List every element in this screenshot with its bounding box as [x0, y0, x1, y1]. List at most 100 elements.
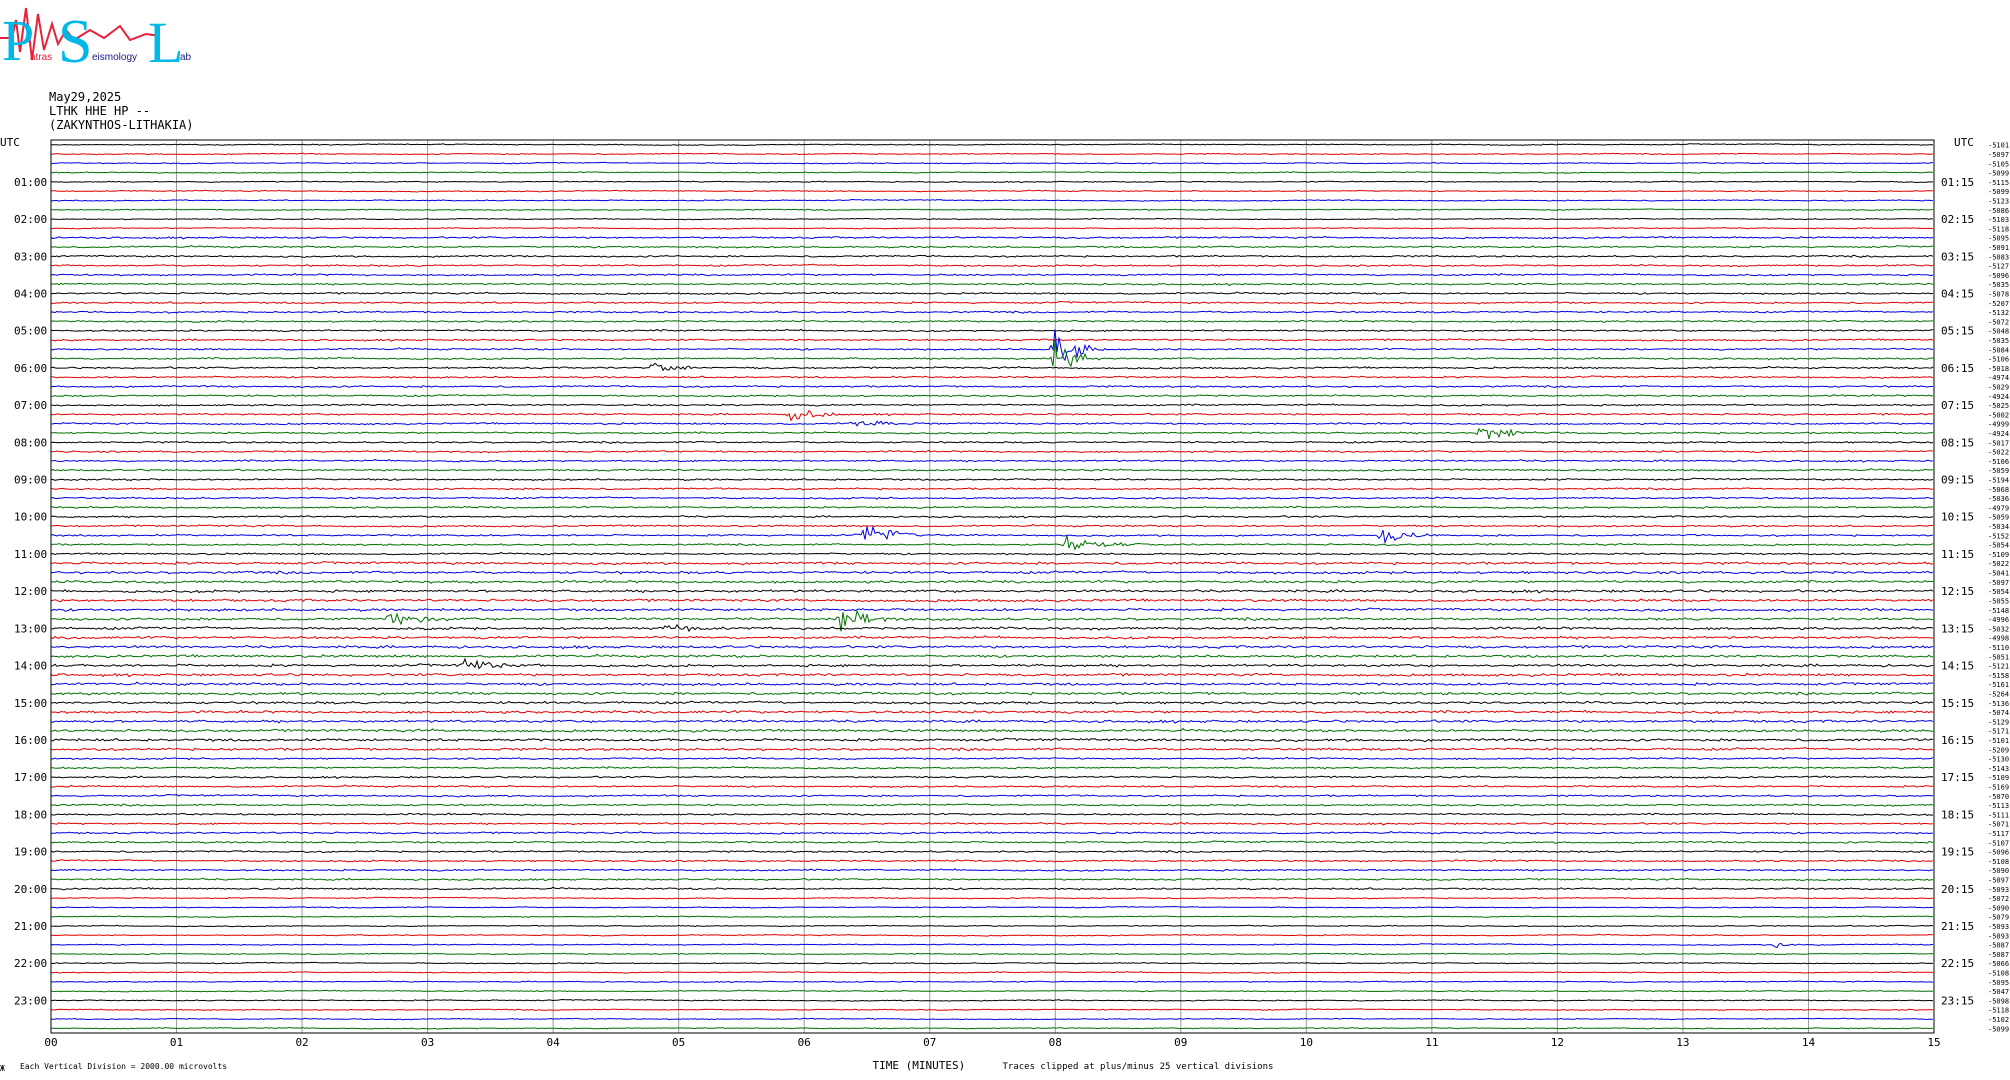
- left-hour-label: 10:00: [14, 511, 47, 524]
- vertical-division-note: Each Vertical Division = 2000.00 microvo…: [20, 1062, 227, 1071]
- trace-offset-label: -5097: [1988, 877, 2009, 885]
- seismic-trace: [50, 868, 1934, 872]
- trace-offset-label: -5101: [1988, 142, 2009, 150]
- left-hour-label: 17:00: [14, 771, 47, 784]
- trace-offset-label: -5022: [1988, 560, 2009, 568]
- trace-offset-label: -5148: [1988, 607, 2009, 615]
- trace-offset-label: -5051: [1988, 653, 2009, 661]
- seismic-trace: [50, 850, 1934, 854]
- x-tick-label: 13: [1676, 1036, 1689, 1049]
- trace-offset-label: -5106: [1988, 458, 2009, 466]
- right-hour-label: 20:15: [1941, 883, 1974, 896]
- left-hour-label: 07:00: [14, 399, 47, 412]
- right-axis-title: UTC: [1954, 136, 1974, 149]
- trace-offset-label: -5152: [1988, 532, 2009, 540]
- seismic-trace: [50, 505, 1934, 510]
- seismic-trace: [50, 362, 1934, 372]
- trace-offset-label: -5118: [1988, 1007, 2009, 1015]
- trace-offset-label: -5018: [1988, 365, 2009, 373]
- seismic-trace: [50, 319, 1934, 324]
- seismic-trace: [50, 282, 1934, 286]
- left-hour-label: 19:00: [14, 846, 47, 859]
- trace-offset-label: -4924: [1988, 393, 2009, 401]
- trace-offset-label: -4924: [1988, 430, 2009, 438]
- seismic-trace: [50, 775, 1934, 779]
- seismic-trace: [50, 905, 1934, 909]
- seismic-trace: [50, 756, 1934, 761]
- seismic-trace: [50, 597, 1934, 603]
- seismic-trace: [50, 468, 1934, 472]
- seismic-trace: [51, 1026, 1934, 1030]
- seismic-trace: [50, 403, 1933, 407]
- trace-offset-label: -5136: [1988, 700, 2009, 708]
- seismic-trace: [50, 709, 1934, 715]
- trace-offset-label: -5035: [1988, 281, 2009, 289]
- trace-offset-label: -5071: [1988, 821, 2009, 829]
- trace-offset-label: -5121: [1988, 663, 2009, 671]
- trace-offset-label: -5096: [1988, 849, 2009, 857]
- seismic-trace: [50, 570, 1934, 575]
- trace-offset-label: -5074: [1988, 709, 2009, 717]
- trace-offset-label: -5099: [1988, 1025, 2009, 1033]
- trace-offset-label: -5054: [1988, 542, 2009, 550]
- trace-offset-label: -5132: [1988, 309, 2009, 317]
- seismic-trace: [50, 672, 1934, 678]
- trace-offset-label: -4979: [1988, 504, 2009, 512]
- right-hour-label: 21:15: [1941, 920, 1974, 933]
- trace-offset-label: -5070: [1988, 793, 2009, 801]
- seismic-trace: [50, 208, 1934, 211]
- x-tick-label: 01: [170, 1036, 183, 1049]
- trace-offset-label: -5055: [1988, 597, 2009, 605]
- left-hour-label: 03:00: [14, 250, 47, 263]
- trace-offset-label: -5099: [1988, 170, 2009, 178]
- trace-offset-label: -5093: [1988, 886, 2009, 894]
- seismic-trace: [50, 961, 1934, 965]
- seismic-trace: [50, 803, 1934, 807]
- seismic-trace: [50, 459, 1934, 463]
- trace-offset-label: -5095: [1988, 979, 2009, 987]
- trace-offset-label: -5087: [1988, 951, 2009, 959]
- seismic-trace: [50, 737, 1934, 743]
- trace-offset-label: -5110: [1988, 644, 2009, 652]
- seismic-trace: [50, 765, 1934, 770]
- x-tick-label: 14: [1802, 1036, 1816, 1049]
- trace-offset-label: -4999: [1988, 421, 2009, 429]
- trace-offset-label: -5105: [1988, 160, 2009, 168]
- x-axis-label: TIME (MINUTES): [873, 1059, 966, 1072]
- trace-offset-label: -5025: [1988, 402, 2009, 410]
- trace-offset-label: -5029: [1988, 384, 2009, 392]
- seismic-trace: [50, 589, 1934, 594]
- trace-offset-label: -5109: [1988, 774, 2009, 782]
- seismic-trace: [50, 635, 1933, 640]
- seismic-trace: [50, 700, 1934, 706]
- trace-offset-label: -5118: [1988, 225, 2009, 233]
- trace-offset-label: -5093: [1988, 923, 2009, 931]
- x-tick-label: 04: [547, 1036, 561, 1049]
- left-hour-label: 14:00: [14, 660, 47, 673]
- seismic-trace: [50, 980, 1934, 984]
- trace-offset-label: -5047: [1988, 988, 2009, 996]
- seismic-trace: [50, 551, 1934, 556]
- seismic-trace: [50, 896, 1933, 900]
- seismic-trace: [50, 681, 1934, 687]
- right-hour-label: 09:15: [1941, 474, 1974, 487]
- trace-offset-label: -5034: [1988, 523, 2009, 531]
- seismic-trace: [50, 217, 1934, 221]
- clip-note: Traces clipped at plus/minus 25 vertical…: [1003, 1062, 1274, 1072]
- x-tick-label: 10: [1300, 1036, 1313, 1049]
- seismic-trace: [50, 523, 1934, 528]
- trace-offset-label: -5158: [1988, 672, 2009, 680]
- right-hour-label: 22:15: [1941, 957, 1974, 970]
- seismic-trace: [50, 244, 1934, 249]
- seismic-trace: [50, 840, 1934, 845]
- seismic-trace: [50, 859, 1934, 863]
- left-hour-label: 01:00: [14, 176, 47, 189]
- seismic-trace: [50, 727, 1933, 733]
- seismic-trace: [51, 338, 1934, 342]
- trace-offset-label: -5161: [1988, 681, 2009, 689]
- seismic-trace: [50, 226, 1934, 230]
- seismic-trace: [50, 952, 1934, 956]
- right-hour-label: 17:15: [1941, 771, 1974, 784]
- seismic-trace: [50, 657, 1934, 670]
- trace-offset-label: -5059: [1988, 514, 2009, 522]
